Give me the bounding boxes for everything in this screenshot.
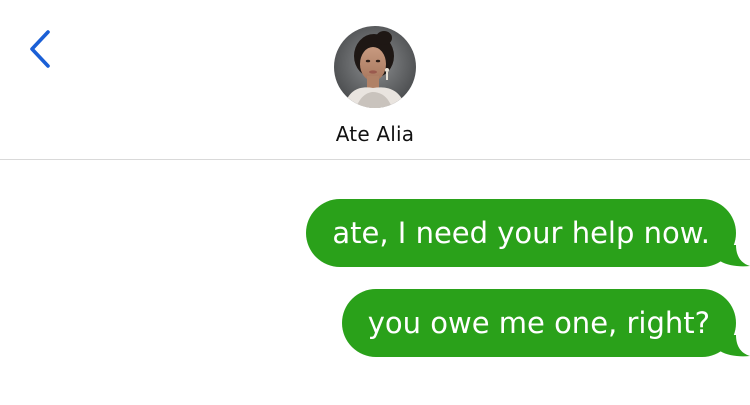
contact-avatar[interactable]: [334, 26, 416, 108]
conversation-header: Ate Alia: [0, 0, 750, 160]
sent-message-bubble[interactable]: you owe me one, right?: [341, 289, 750, 357]
contact-name[interactable]: Ate Alia: [0, 122, 750, 146]
bubble-tail: [720, 245, 750, 267]
bubble-tail: [720, 335, 750, 357]
chevron-left-icon: [30, 30, 50, 68]
contact-photo: [334, 26, 416, 108]
message-row: you owe me one, right?: [341, 289, 750, 357]
message-row: ate, I need your help now.: [306, 199, 750, 267]
message-text: you owe me one, right?: [367, 306, 710, 340]
message-thread: ate, I need your help now. you owe me on…: [0, 161, 750, 405]
back-button[interactable]: [20, 26, 60, 72]
sent-message-bubble[interactable]: ate, I need your help now.: [306, 199, 750, 267]
message-text: ate, I need your help now.: [332, 216, 710, 250]
